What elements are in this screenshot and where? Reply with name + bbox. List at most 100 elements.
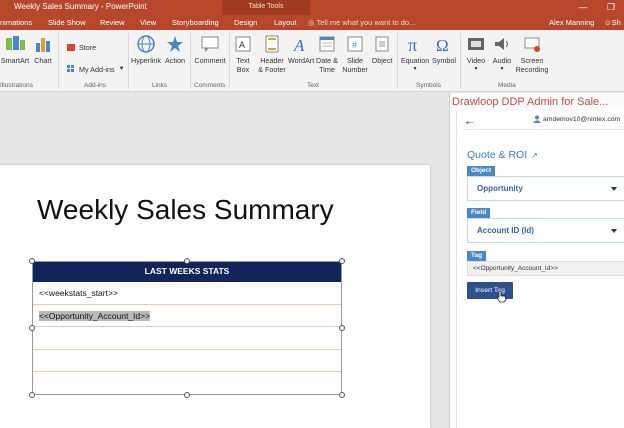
group-media: Media bbox=[498, 82, 516, 89]
group-symbols: Symbols bbox=[416, 82, 441, 89]
external-link-icon[interactable]: ↗ bbox=[531, 151, 538, 160]
wordart-label: WordArt bbox=[288, 56, 315, 65]
header-footer-button[interactable]: Header & Footer bbox=[256, 34, 288, 74]
person-icon: ☺ bbox=[604, 18, 612, 27]
object-icon bbox=[375, 36, 389, 52]
share-button[interactable]: ☺Sh bbox=[604, 15, 621, 30]
quote-roi-heading[interactable]: Quote & ROI ↗ bbox=[467, 149, 538, 161]
svg-text:A: A bbox=[239, 40, 245, 50]
caret-down-icon bbox=[611, 187, 617, 191]
chevron-down-icon: ▼ bbox=[473, 66, 479, 72]
textbox-icon: A bbox=[235, 36, 251, 52]
my-addins-button[interactable]: My Add-ins ▼ bbox=[66, 64, 125, 74]
action-button[interactable]: Action bbox=[163, 34, 187, 65]
user-icon bbox=[533, 115, 541, 123]
comment-button[interactable]: Comment bbox=[193, 34, 227, 65]
my-addins-label: My Add-ins bbox=[79, 64, 115, 74]
header-footer-icon bbox=[265, 35, 279, 53]
resize-handle[interactable] bbox=[29, 392, 35, 398]
field-value: Account ID (Id) bbox=[477, 226, 534, 235]
tab-review[interactable]: Review bbox=[100, 15, 125, 30]
speaker-icon bbox=[495, 38, 508, 50]
slide-number-button[interactable]: # Slide Number bbox=[340, 34, 370, 74]
resize-handle[interactable] bbox=[339, 325, 345, 331]
slide-editor[interactable]: Weekly Sales Summary LAST WEEKS STATS <<… bbox=[0, 93, 449, 428]
chevron-down-icon: ▼ bbox=[499, 66, 505, 72]
user-name[interactable]: Alex Manning bbox=[549, 15, 594, 30]
object-button[interactable]: Object bbox=[370, 34, 394, 65]
text-box-label-2: Box bbox=[236, 65, 250, 74]
panel-body: 🠔 amdemov10@nintex.com Quote & ROI ↗ Obj… bbox=[456, 111, 624, 428]
video-button[interactable]: Video ▼ bbox=[463, 34, 489, 74]
caret-down-icon bbox=[611, 229, 617, 233]
group-text: Text bbox=[307, 82, 319, 89]
symbol-button[interactable]: Ω Symbol bbox=[431, 34, 457, 65]
text-box-button[interactable]: A Text Box bbox=[232, 34, 254, 74]
screen-recording-button[interactable]: Screen Recording bbox=[514, 34, 550, 74]
object-value: Opportunity bbox=[477, 184, 523, 193]
store-button[interactable]: Store bbox=[66, 42, 96, 52]
resize-handle[interactable] bbox=[29, 325, 35, 331]
chevron-down-icon: ▼ bbox=[118, 66, 125, 72]
title-bar: Weekly Sales Summary - PowerPoint Table … bbox=[0, 0, 624, 30]
svg-text:A: A bbox=[293, 36, 305, 54]
tab-layout[interactable]: Layout bbox=[274, 15, 297, 30]
group-illustrations: Illustrations bbox=[0, 82, 33, 89]
divider bbox=[460, 33, 461, 89]
panel-title: Drawloop DDP Admin for Sale... bbox=[450, 93, 624, 111]
hyperlink-button[interactable]: Hyperlink bbox=[130, 34, 162, 65]
store-label: Store bbox=[79, 42, 97, 52]
group-addins: Add-ins bbox=[84, 82, 107, 89]
group-comments: Comments bbox=[194, 82, 226, 89]
audio-button[interactable]: Audio ▼ bbox=[490, 34, 514, 74]
field-label: Field bbox=[467, 208, 491, 218]
account-info: amdemov10@nintex.com bbox=[533, 115, 620, 123]
divider bbox=[128, 33, 129, 89]
svg-text:Ω: Ω bbox=[436, 36, 449, 54]
calendar-icon bbox=[319, 36, 335, 52]
audio-label: Audio bbox=[492, 56, 512, 65]
tab-storyboarding[interactable]: Storyboarding bbox=[172, 15, 219, 30]
divider bbox=[58, 33, 59, 89]
slide-canvas[interactable]: Weekly Sales Summary LAST WEEKS STATS <<… bbox=[0, 165, 430, 428]
restore-icon[interactable]: ❐ bbox=[604, 1, 618, 13]
resize-handle[interactable] bbox=[339, 258, 345, 264]
date-time-button[interactable]: Date & Time bbox=[315, 34, 339, 74]
smartart-label: SmartArt bbox=[0, 56, 30, 65]
svg-text:π: π bbox=[408, 35, 417, 54]
context-tab-label: Table Tools bbox=[222, 0, 310, 15]
tag-field[interactable]: <<Opportunity_Account_Id>> bbox=[467, 261, 624, 276]
slide-title[interactable]: Weekly Sales Summary bbox=[37, 194, 334, 226]
object-select[interactable]: Opportunity bbox=[467, 176, 624, 201]
action-label: Action bbox=[165, 56, 185, 65]
chart-icon bbox=[36, 38, 50, 52]
wordart-button[interactable]: A WordArt bbox=[288, 34, 314, 65]
resize-handle[interactable] bbox=[339, 392, 345, 398]
equation-button[interactable]: π Equation ▼ bbox=[400, 34, 430, 74]
divider bbox=[397, 33, 398, 89]
tab-animations[interactable]: nimations bbox=[0, 15, 32, 30]
symbol-label: Symbol bbox=[432, 56, 456, 65]
back-arrow-icon[interactable]: 🠔 bbox=[465, 116, 474, 133]
resize-handle[interactable] bbox=[184, 258, 190, 264]
tell-me-search[interactable]: ◎ Tell me what you want to do... bbox=[308, 15, 415, 30]
divider bbox=[463, 129, 624, 130]
hand-cursor-icon bbox=[496, 290, 507, 303]
tab-design[interactable]: Design bbox=[234, 15, 257, 30]
selection-box bbox=[32, 261, 342, 395]
date-time-label-1: Date & bbox=[316, 56, 338, 65]
window-title: Weekly Sales Summary - PowerPoint bbox=[14, 2, 147, 11]
tab-slide-show[interactable]: Slide Show bbox=[48, 15, 86, 30]
comment-label: Comment bbox=[194, 56, 226, 65]
share-label: Sh bbox=[611, 18, 621, 27]
field-select[interactable]: Account ID (Id) bbox=[467, 218, 624, 243]
smartart-button[interactable]: SmartArt bbox=[0, 34, 30, 65]
minimize-icon[interactable]: — bbox=[576, 1, 590, 13]
header-footer-label-2: & Footer bbox=[258, 65, 286, 74]
resize-handle[interactable] bbox=[184, 392, 190, 398]
tab-view[interactable]: View bbox=[140, 15, 156, 30]
resize-handle[interactable] bbox=[29, 258, 35, 264]
header-footer-label-1: Header bbox=[260, 56, 284, 65]
chart-button[interactable]: Chart bbox=[31, 34, 55, 65]
comment-icon bbox=[201, 36, 219, 52]
